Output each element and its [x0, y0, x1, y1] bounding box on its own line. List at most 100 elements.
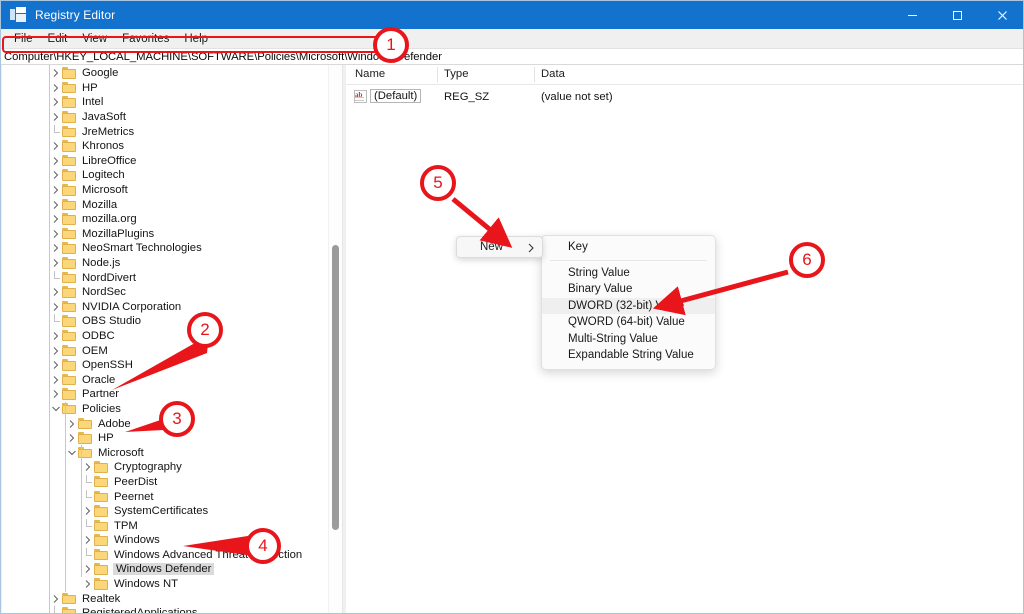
chevron-right-icon[interactable]: [81, 533, 94, 547]
chevron-right-icon[interactable]: [49, 592, 62, 606]
tree-scrollbar[interactable]: [328, 65, 342, 613]
value-name[interactable]: (Default): [370, 89, 422, 103]
chevron-right-icon[interactable]: [49, 300, 62, 314]
chevron-right-icon[interactable]: [49, 373, 62, 387]
registry-tree-pane[interactable]: Google HP Intel JavaSoft JreMetrics Khronos Li…: [2, 65, 343, 613]
tree-node[interactable]: Logitech: [2, 168, 342, 183]
tree-node[interactable]: OEM: [2, 343, 342, 358]
submenu-item[interactable]: QWORD (64-bit) Value: [542, 314, 715, 331]
chevron-right-icon[interactable]: [49, 95, 62, 109]
tree-node[interactable]: Oracle: [2, 372, 342, 387]
new-value-submenu[interactable]: Key String Value Binary Value DWORD (32-bit…: [541, 235, 716, 370]
chevron-right-icon[interactable]: [81, 577, 94, 591]
tree-node-label: NeoSmart Technologies: [82, 242, 202, 255]
menu-help[interactable]: Help: [177, 32, 215, 46]
tree-node[interactable]: Cryptography: [2, 460, 342, 475]
menu-edit[interactable]: Edit: [41, 32, 75, 46]
column-header-type[interactable]: Type: [444, 68, 469, 80]
tree-node[interactable]: OBS Studio: [2, 314, 342, 329]
chevron-right-icon[interactable]: [49, 66, 62, 80]
tree-node[interactable]: NeoSmart Technologies: [2, 241, 342, 256]
menu-view[interactable]: View: [75, 32, 114, 46]
chevron-right-icon[interactable]: [49, 241, 62, 255]
minimize-button[interactable]: [890, 1, 935, 29]
folder-icon: [94, 519, 109, 532]
tree-node-label: Microsoft: [82, 184, 128, 197]
tree-node[interactable]: SystemCertificates: [2, 504, 342, 519]
tree-node[interactable]: Microsoft: [2, 445, 342, 460]
tree-node[interactable]: JavaSoft: [2, 110, 342, 125]
tree-node-label: Windows NT: [114, 578, 179, 591]
tree-node[interactable]: RegisteredApplications: [2, 606, 342, 613]
chevron-right-icon[interactable]: [65, 431, 78, 445]
chevron-right-icon[interactable]: [49, 198, 62, 212]
tree-node[interactable]: Windows Advanced Threat Protection: [2, 547, 342, 563]
submenu-item[interactable]: DWORD (32-bit) Value: [542, 297, 715, 314]
submenu-item[interactable]: String Value: [542, 265, 715, 282]
chevron-right-icon[interactable]: [49, 183, 62, 197]
submenu-item[interactable]: Binary Value: [542, 281, 715, 298]
chevron-right-icon[interactable]: [49, 387, 62, 401]
tree-node[interactable]: PeerDist: [2, 474, 342, 490]
chevron-right-icon[interactable]: [81, 504, 94, 518]
tree-node[interactable]: JreMetrics: [2, 124, 342, 139]
menu-favorites[interactable]: Favorites: [115, 32, 176, 46]
tree-node[interactable]: NordSec: [2, 285, 342, 300]
chevron-right-icon[interactable]: [49, 344, 62, 358]
tree-node[interactable]: MozillaPlugins: [2, 227, 342, 242]
tree-node[interactable]: TPM: [2, 518, 342, 533]
chevron-right-icon[interactable]: [49, 256, 62, 270]
tree-node[interactable]: Peernet: [2, 489, 342, 504]
chevron-right-icon[interactable]: [49, 285, 62, 299]
chevron-right-icon[interactable]: [49, 227, 62, 241]
chevron-right-icon[interactable]: [49, 168, 62, 182]
tree-node[interactable]: ODBC: [2, 329, 342, 344]
submenu-item[interactable]: Expandable String Value: [542, 347, 715, 364]
string-value-icon: ab: [353, 90, 368, 103]
tree-node[interactable]: OpenSSH: [2, 358, 342, 373]
column-divider[interactable]: [437, 67, 438, 82]
tree-node[interactable]: Microsoft: [2, 183, 342, 198]
chevron-right-icon[interactable]: [49, 212, 62, 226]
maximize-button[interactable]: [935, 1, 980, 29]
tree-node[interactable]: NVIDIA Corporation: [2, 300, 342, 315]
tree-node[interactable]: Intel: [2, 95, 342, 110]
tree-node[interactable]: Node.js: [2, 256, 342, 271]
tree-scrollbar-thumb[interactable]: [332, 245, 339, 530]
chevron-right-icon[interactable]: [49, 110, 62, 124]
tree-node[interactable]: Partner: [2, 387, 342, 402]
tree-node[interactable]: Google: [2, 66, 342, 81]
table-row[interactable]: ab (Default) REG_SZ (value not set): [346, 88, 1023, 106]
column-header-name[interactable]: Name: [355, 68, 385, 80]
chevron-right-icon[interactable]: [49, 154, 62, 168]
chevron-right-icon[interactable]: [49, 81, 62, 95]
tree-node[interactable]: HP: [2, 81, 342, 96]
chevron-right-icon[interactable]: [49, 139, 62, 153]
column-divider[interactable]: [534, 67, 535, 82]
tree-node[interactable]: LibreOffice: [2, 154, 342, 169]
close-button[interactable]: [980, 1, 1023, 29]
folder-icon: [62, 315, 77, 327]
tree-node[interactable]: Khronos: [2, 139, 342, 154]
tree-node[interactable]: mozilla.org: [2, 212, 342, 227]
column-header-data[interactable]: Data: [541, 68, 565, 80]
tree-node[interactable]: NordDivert: [2, 270, 342, 285]
chevron-right-icon[interactable]: [81, 460, 94, 474]
context-menu-item-new[interactable]: New: [456, 236, 543, 258]
chevron-right-icon[interactable]: [49, 358, 62, 372]
chevron-right-icon[interactable]: [81, 562, 94, 576]
chevron-down-icon[interactable]: [49, 402, 62, 416]
address-bar[interactable]: Computer\HKEY_LOCAL_MACHINE\SOFTWARE\Pol…: [1, 48, 1023, 65]
chevron-down-icon[interactable]: [65, 446, 78, 460]
submenu-item[interactable]: Key: [542, 239, 715, 256]
tree-node[interactable]: Realtek: [2, 591, 342, 606]
chevron-right-icon[interactable]: [49, 329, 62, 343]
menu-file[interactable]: File: [7, 32, 40, 46]
tree-node[interactable]: Windows: [2, 533, 342, 548]
tree-node[interactable]: Windows Defender: [2, 562, 342, 577]
chevron-right-icon[interactable]: [65, 417, 78, 431]
tree-node-label: SystemCertificates: [114, 505, 209, 518]
tree-node[interactable]: Windows NT: [2, 577, 342, 592]
submenu-item[interactable]: Multi-String Value: [542, 331, 715, 348]
tree-node[interactable]: Mozilla: [2, 197, 342, 212]
